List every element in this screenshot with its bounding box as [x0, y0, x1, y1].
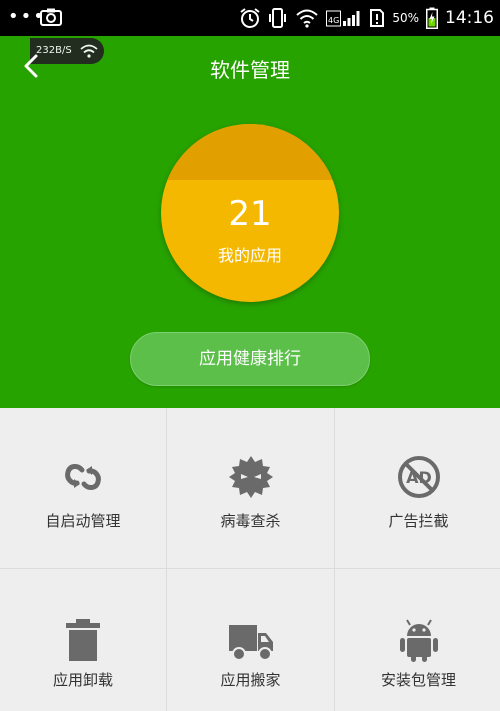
sim-alert-icon — [370, 9, 385, 27]
status-bar: ••• 4G 50% 14:16 — [0, 0, 500, 36]
my-apps-circle[interactable]: 21 我的应用 — [161, 124, 339, 302]
grid-item-app-move[interactable]: 应用搬家 — [167, 569, 334, 711]
battery-icon — [426, 7, 438, 29]
virus-icon — [228, 456, 273, 498]
grid-item-uninstall[interactable]: 应用卸载 — [0, 569, 166, 711]
page-title: 软件管理 — [210, 58, 290, 82]
app-count: 21 — [228, 194, 272, 234]
truck-icon — [228, 625, 273, 661]
feature-grid: 自启动管理 病毒查杀 AD 广告拦截 应用卸载 — [0, 408, 500, 711]
battery-percent: 50% — [392, 11, 419, 25]
grid-item-virus-scan[interactable]: 病毒查杀 — [167, 408, 334, 568]
grid-item-label: 应用搬家 — [220, 671, 281, 689]
grid-item-label: 病毒查杀 — [220, 512, 281, 530]
ad-block-icon: AD — [397, 456, 440, 498]
grid-item-ad-block[interactable]: AD 广告拦截 — [335, 408, 500, 568]
app-health-rank-button[interactable]: 应用健康排行 — [130, 332, 370, 386]
wifi-icon — [296, 9, 318, 28]
grid-item-label: 安装包管理 — [380, 671, 456, 689]
grid-item-label: 广告拦截 — [388, 512, 449, 530]
vibrate-icon — [269, 8, 287, 28]
grid-item-label: 应用卸载 — [52, 671, 113, 689]
screenshot-icon — [40, 8, 62, 26]
trash-icon — [66, 619, 100, 661]
svg-text:4G: 4G — [328, 16, 339, 25]
autostart-icon — [65, 464, 101, 490]
status-icons: 4G 50% 14:16 — [239, 0, 494, 36]
grid-item-autostart[interactable]: 自启动管理 — [0, 408, 166, 568]
app-count-label: 我的应用 — [217, 246, 282, 265]
clock: 14:16 — [445, 8, 494, 28]
grid-item-label: 自启动管理 — [45, 512, 121, 530]
android-icon — [399, 619, 438, 662]
signal-4g-icon: 4G — [326, 10, 360, 27]
grid-item-package-manage[interactable]: 安装包管理 — [335, 569, 500, 711]
alarm-icon — [240, 8, 260, 28]
circle-cap — [161, 124, 339, 180]
